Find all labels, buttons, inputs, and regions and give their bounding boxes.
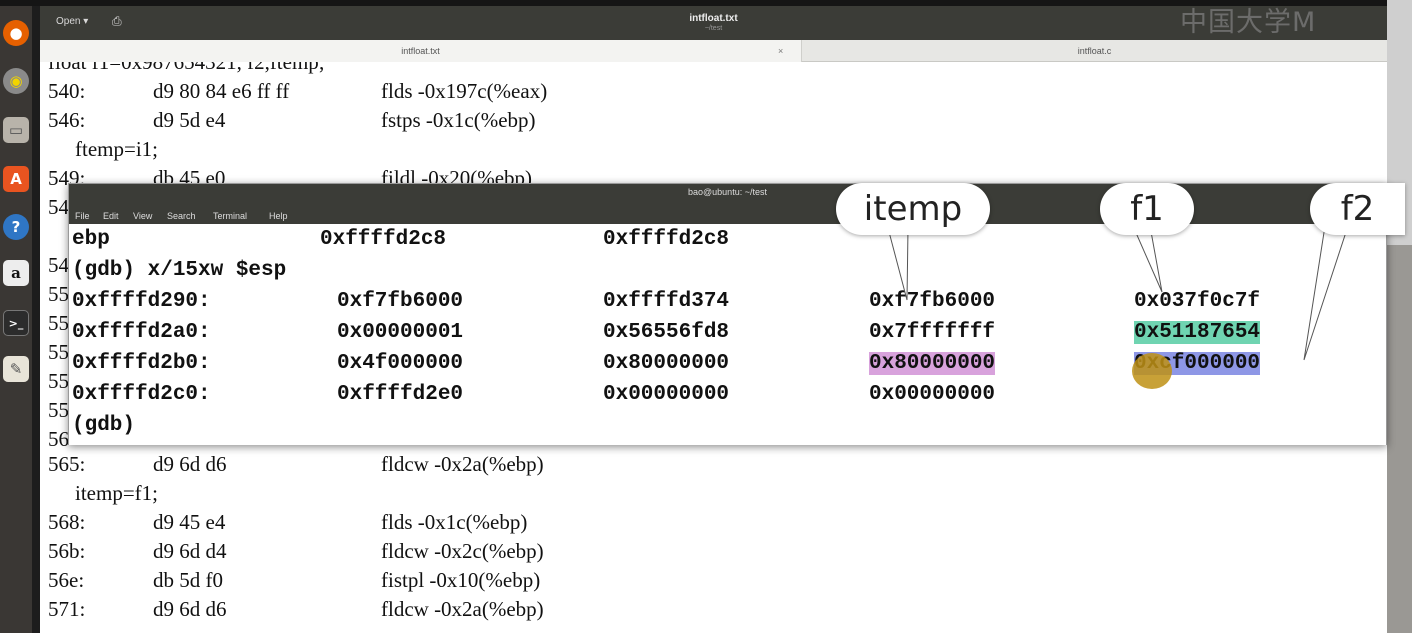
- watermark: 中国大学M: [1180, 7, 1317, 38]
- launcher: ● ◉ ▭ A ? a >_ ✎: [0, 6, 32, 633]
- menu-help[interactable]: Help: [269, 211, 288, 221]
- software-center-icon[interactable]: A: [3, 166, 29, 192]
- memory-row: 0xffffd290: 0xf7fb6000 0xffffd374 0xf7fb600…: [72, 290, 1372, 321]
- code-address: 55: [48, 311, 69, 335]
- callout-f1: f1: [1100, 183, 1194, 235]
- asm-instruction: flds -0x197c(%eax): [381, 79, 548, 103]
- menu-view[interactable]: View: [133, 211, 152, 221]
- code-address: float f1=0x987654321, f2,ftemp;: [48, 62, 325, 74]
- memory-word: 0x00000001: [337, 321, 464, 344]
- code-address: 546:: [48, 108, 86, 132]
- memory-word: 0x80000000: [869, 352, 996, 375]
- memory-address: 0xffffd2b0:: [72, 352, 211, 375]
- tab-intfloat-c[interactable]: intfloat.c: [802, 40, 1387, 62]
- code-address: 56b:: [48, 539, 86, 563]
- asm-instruction: fstps -0x1c(%ebp): [381, 108, 536, 132]
- memory-address: 0xffffd290:: [72, 290, 211, 313]
- code-address: 565:: [48, 452, 86, 476]
- code-address: 54: [48, 195, 69, 219]
- code-address: 56: [48, 427, 69, 451]
- code-address: 56e:: [48, 568, 85, 592]
- memory-word: 0x00000000: [869, 383, 996, 406]
- memory-address: 0xffffd2a0:: [72, 321, 211, 344]
- memory-word: 0x80000000: [603, 352, 730, 375]
- callout-itemp: itemp: [836, 183, 990, 235]
- code-address: 568:: [48, 510, 86, 534]
- memory-word: 0x51187654: [1134, 321, 1261, 344]
- gdb-command: (gdb) x/15xw $esp: [72, 259, 287, 282]
- code-line: ftemp=i1;: [75, 137, 158, 166]
- tab-intfloat-txt[interactable]: intfloat.txt: [40, 40, 802, 62]
- code-address: 571:: [48, 597, 86, 621]
- source-text: itemp=f1;: [75, 481, 158, 505]
- register-value: 0xffffd2c8: [603, 228, 730, 251]
- asm-instruction: fldcw -0x2c(%ebp): [381, 539, 544, 563]
- register-value: 0xffffd2c8: [320, 228, 447, 251]
- code-address: 54: [48, 253, 69, 277]
- code-address: 55: [48, 369, 69, 393]
- tab-bar: intfloat.txt × intfloat.c: [40, 40, 1387, 62]
- gdb-prompt: (gdb): [72, 414, 136, 437]
- machine-bytes: d9 5d e4: [153, 108, 226, 132]
- tab-label: intfloat.txt: [401, 46, 440, 56]
- callout-f2: f2: [1310, 183, 1405, 235]
- tab-label: intfloat.c: [1077, 46, 1112, 56]
- memory-word: 0x00000000: [603, 383, 730, 406]
- menu-search[interactable]: Search: [167, 211, 196, 221]
- machine-bytes: d9 6d d6: [153, 597, 227, 621]
- background-panel-lower: [1387, 245, 1412, 633]
- memory-word: 0x4f000000: [337, 352, 464, 375]
- code-address: 55: [48, 340, 69, 364]
- asm-instruction: fistpl -0x10(%ebp): [381, 568, 541, 592]
- menu-edit[interactable]: Edit: [103, 211, 119, 221]
- help-icon[interactable]: ?: [3, 214, 29, 240]
- files-icon[interactable]: ▭: [3, 117, 29, 143]
- memory-row: 0xffffd2c0: 0xffffd2e0 0x00000000 0x0000000…: [72, 383, 1372, 414]
- terminal-output[interactable]: ebp 0xffffd2c8 0xffffd2c8 (gdb) x/15xw $…: [69, 224, 1386, 445]
- firefox-icon[interactable]: ●: [3, 20, 29, 46]
- memory-row: 0xffffd2a0: 0x00000001 0x56556fd8 0x7ffffff…: [72, 321, 1372, 352]
- disc-icon[interactable]: ◉: [3, 68, 29, 94]
- code-line: itemp=f1;: [75, 481, 158, 510]
- source-text: ftemp=i1;: [75, 137, 158, 161]
- machine-bytes: d9 6d d6: [153, 452, 227, 476]
- asm-instruction: fldcw -0x2a(%ebp): [381, 452, 544, 476]
- memory-word: 0xffffd2e0: [337, 383, 464, 406]
- text-editor-icon[interactable]: ✎: [3, 356, 29, 382]
- memory-word: 0xf7fb6000: [869, 290, 996, 313]
- memory-word: 0x7fffffff: [869, 321, 996, 344]
- code-address: 55: [48, 282, 69, 306]
- memory-word: 0xffffd374: [603, 290, 730, 313]
- memory-row: 0xffffd2b0: 0x4f000000 0x80000000 0x8000000…: [72, 352, 1372, 383]
- mouse-pointer-highlight: [1132, 353, 1172, 389]
- asm-instruction: flds -0x1c(%ebp): [381, 510, 528, 534]
- memory-address: 0xffffd2c0:: [72, 383, 211, 406]
- menu-terminal[interactable]: Terminal: [213, 211, 247, 221]
- register-name: ebp: [72, 228, 110, 251]
- machine-bytes: d9 80 84 e6 ff ff: [153, 79, 290, 103]
- menu-file[interactable]: File: [75, 211, 90, 221]
- code-address: 540:: [48, 79, 86, 103]
- terminal-icon[interactable]: >_: [3, 310, 29, 336]
- machine-bytes: d9 45 e4: [153, 510, 226, 534]
- machine-bytes: db 5d f0: [153, 568, 223, 592]
- code-address: 55: [48, 398, 69, 422]
- asm-instruction: fldcw -0x2a(%ebp): [381, 597, 544, 621]
- tab-close-icon[interactable]: ×: [778, 40, 783, 62]
- memory-word: 0xf7fb6000: [337, 290, 464, 313]
- amazon-icon[interactable]: a: [3, 260, 29, 286]
- memory-word: 0x037f0c7f: [1134, 290, 1261, 313]
- machine-bytes: d9 6d d4: [153, 539, 227, 563]
- memory-word: 0x56556fd8: [603, 321, 730, 344]
